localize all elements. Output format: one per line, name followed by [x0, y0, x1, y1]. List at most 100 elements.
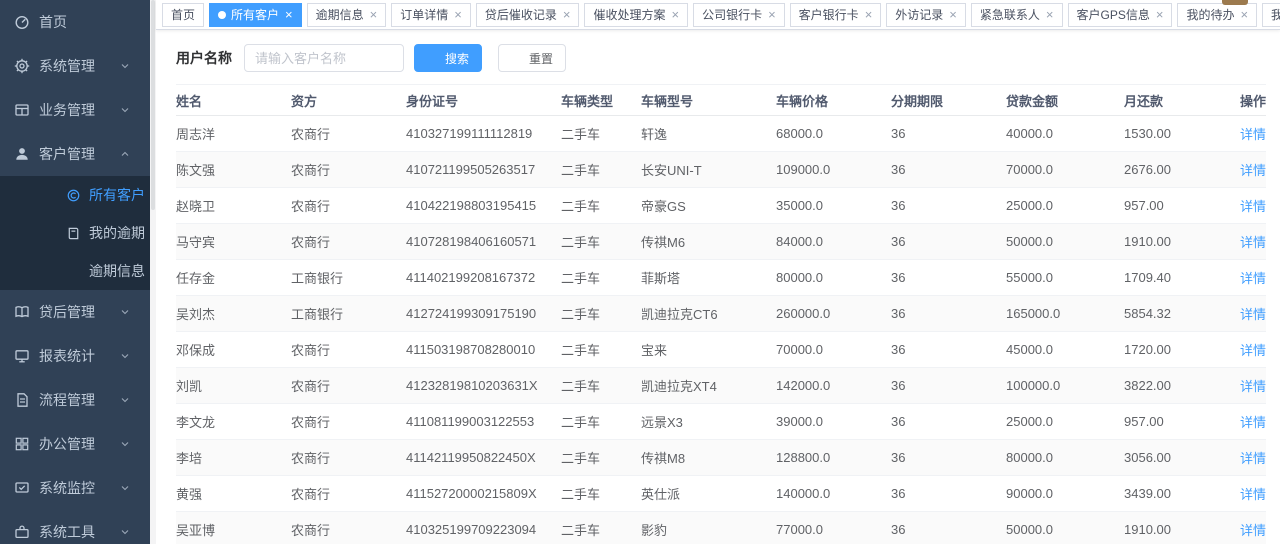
table-cell: 45000.0 — [1006, 332, 1124, 368]
tab-9[interactable]: 紧急联系人× — [971, 3, 1063, 27]
table-cell: 957.00 — [1124, 404, 1234, 440]
sidebar-item-0[interactable]: 首页 — [0, 0, 150, 44]
tab-3[interactable]: 订单详情× — [391, 3, 471, 27]
detail-link[interactable]: 详情 — [1240, 199, 1266, 214]
tab-6[interactable]: 公司银行卡× — [693, 3, 785, 27]
table-cell: 3822.00 — [1124, 368, 1234, 404]
report-icon — [14, 348, 30, 364]
search-button[interactable]: 搜索 — [414, 44, 482, 72]
tab-2[interactable]: 逾期信息× — [307, 3, 387, 27]
table-cell: 410327199111112819 — [406, 116, 561, 152]
sidebar-item-1[interactable]: 系统管理 — [0, 44, 150, 88]
detail-link[interactable]: 详情 — [1240, 163, 1266, 178]
table-cell: 农商行 — [291, 224, 406, 260]
detail-link[interactable]: 详情 — [1240, 343, 1266, 358]
close-icon[interactable]: × — [563, 8, 571, 21]
table-cell: 41152720000215809X — [406, 476, 561, 512]
content-panel: 用户名称 搜索 重置 姓名资方身份证号车辆类型车辆型号车 — [156, 30, 1280, 544]
sidebar-subitem-3-2[interactable]: 逾期信息 — [0, 252, 150, 290]
table-row: 陈文强农商行410721199505263517二手车长安UNI-T109000… — [176, 152, 1266, 188]
table-cell: 农商行 — [291, 188, 406, 224]
close-icon[interactable]: × — [1046, 8, 1054, 21]
tab-5[interactable]: 催收处理方案× — [584, 3, 688, 27]
close-icon[interactable]: × — [454, 8, 462, 21]
table-cell: 帝豪GS — [641, 188, 776, 224]
avatar[interactable] — [1222, 0, 1248, 5]
table-cell: 36 — [891, 368, 1006, 404]
tab-label: 客户GPS信息 — [1077, 6, 1150, 23]
close-icon[interactable]: × — [671, 8, 679, 21]
table-cell: 陈文强 — [176, 152, 291, 188]
table-cell: 二手车 — [561, 224, 641, 260]
table-cell: 90000.0 — [1006, 476, 1124, 512]
sidebar-item-5[interactable]: 报表统计 — [0, 334, 150, 378]
sidebar-item-6[interactable]: 流程管理 — [0, 378, 150, 422]
tab-label: 贷后催收记录 — [485, 6, 557, 23]
tab-8[interactable]: 外访记录× — [886, 3, 966, 27]
table-cell: 二手车 — [561, 332, 641, 368]
table-cell: 英仕派 — [641, 476, 776, 512]
table-cell: 二手车 — [561, 296, 641, 332]
tab-4[interactable]: 贷后催收记录 × — [476, 3, 580, 27]
close-icon[interactable]: × — [865, 8, 873, 21]
sidebar-subitem-3-1[interactable]: 我的逾期 — [0, 214, 150, 252]
column-header-1: 资方 — [291, 85, 406, 116]
table-cell: 40000.0 — [1006, 116, 1124, 152]
customer-name-input[interactable] — [244, 44, 404, 72]
sidebar-item-7[interactable]: 办公管理 — [0, 422, 150, 466]
sidebar-item-4[interactable]: 贷后管理 — [0, 290, 150, 334]
detail-link[interactable]: 详情 — [1240, 307, 1266, 322]
table-cell: 35000.0 — [776, 188, 891, 224]
table-cell-action: 详情 — [1234, 224, 1266, 260]
table-row: 刘凯农商行41232819810203631X二手车凯迪拉克XT4142000.… — [176, 368, 1266, 404]
detail-link[interactable]: 详情 — [1240, 523, 1266, 538]
close-icon[interactable]: × — [370, 8, 378, 21]
detail-link[interactable]: 详情 — [1240, 235, 1266, 250]
book-icon — [66, 226, 81, 241]
tab-12[interactable]: 我的流程× — [1262, 3, 1280, 27]
sidebar-item-2[interactable]: 业务管理 — [0, 88, 150, 132]
close-icon[interactable]: × — [1156, 8, 1164, 21]
detail-link[interactable]: 详情 — [1240, 415, 1266, 430]
sidebar-item-8[interactable]: 系统监控 — [0, 466, 150, 510]
tab-0[interactable]: 首页 — [162, 3, 204, 27]
table-cell: 农商行 — [291, 116, 406, 152]
table-cell: 二手车 — [561, 476, 641, 512]
detail-link[interactable]: 详情 — [1240, 487, 1266, 502]
detail-link[interactable]: 详情 — [1240, 127, 1266, 142]
sidebar-item-label: 办公管理 — [39, 434, 119, 454]
sidebar-subitem-label: 所有客户 — [89, 185, 145, 205]
detail-link[interactable]: 详情 — [1240, 379, 1266, 394]
close-icon[interactable]: × — [285, 8, 293, 21]
sidebar-subitem-3-0[interactable]: 所有客户 — [0, 176, 150, 214]
table-cell: 传祺M8 — [641, 440, 776, 476]
table-cell: 菲斯塔 — [641, 260, 776, 296]
tab-11[interactable]: 我的待办× — [1177, 3, 1257, 27]
tab-1[interactable]: 所有客户× — [209, 3, 302, 27]
table-cell: 二手车 — [561, 116, 641, 152]
tags-view-bar: 首页所有客户×逾期信息×订单详情×贷后催收记录×催收处理方案×公司银行卡×客户银… — [156, 0, 1280, 30]
sidebar-scrollbar-thumb[interactable] — [151, 0, 155, 210]
tab-10[interactable]: 客户GPS信息 × — [1068, 3, 1173, 27]
table-cell: 84000.0 — [776, 224, 891, 260]
table-cell: 工商银行 — [291, 296, 406, 332]
close-icon[interactable]: × — [1240, 8, 1248, 21]
close-icon[interactable]: × — [949, 8, 957, 21]
table-cell: 36 — [891, 224, 1006, 260]
column-header-5: 车辆价格 — [776, 85, 891, 116]
table-cell: 109000.0 — [776, 152, 891, 188]
close-icon[interactable]: × — [768, 8, 776, 21]
sidebar-item-9[interactable]: 系统工具 — [0, 510, 150, 544]
table-cell: 3056.00 — [1124, 440, 1234, 476]
chevron-down-icon — [119, 350, 131, 362]
table-cell: 68000.0 — [776, 116, 891, 152]
refresh-icon — [511, 52, 524, 65]
sidebar-item-3[interactable]: 客户管理 — [0, 132, 150, 176]
detail-link[interactable]: 详情 — [1240, 451, 1266, 466]
detail-link[interactable]: 详情 — [1240, 271, 1266, 286]
tab-7[interactable]: 客户银行卡× — [790, 3, 882, 27]
table-cell: 165000.0 — [1006, 296, 1124, 332]
table-cell: 411402199208167372 — [406, 260, 561, 296]
table-cell: 1910.00 — [1124, 512, 1234, 544]
reset-button[interactable]: 重置 — [498, 44, 566, 72]
